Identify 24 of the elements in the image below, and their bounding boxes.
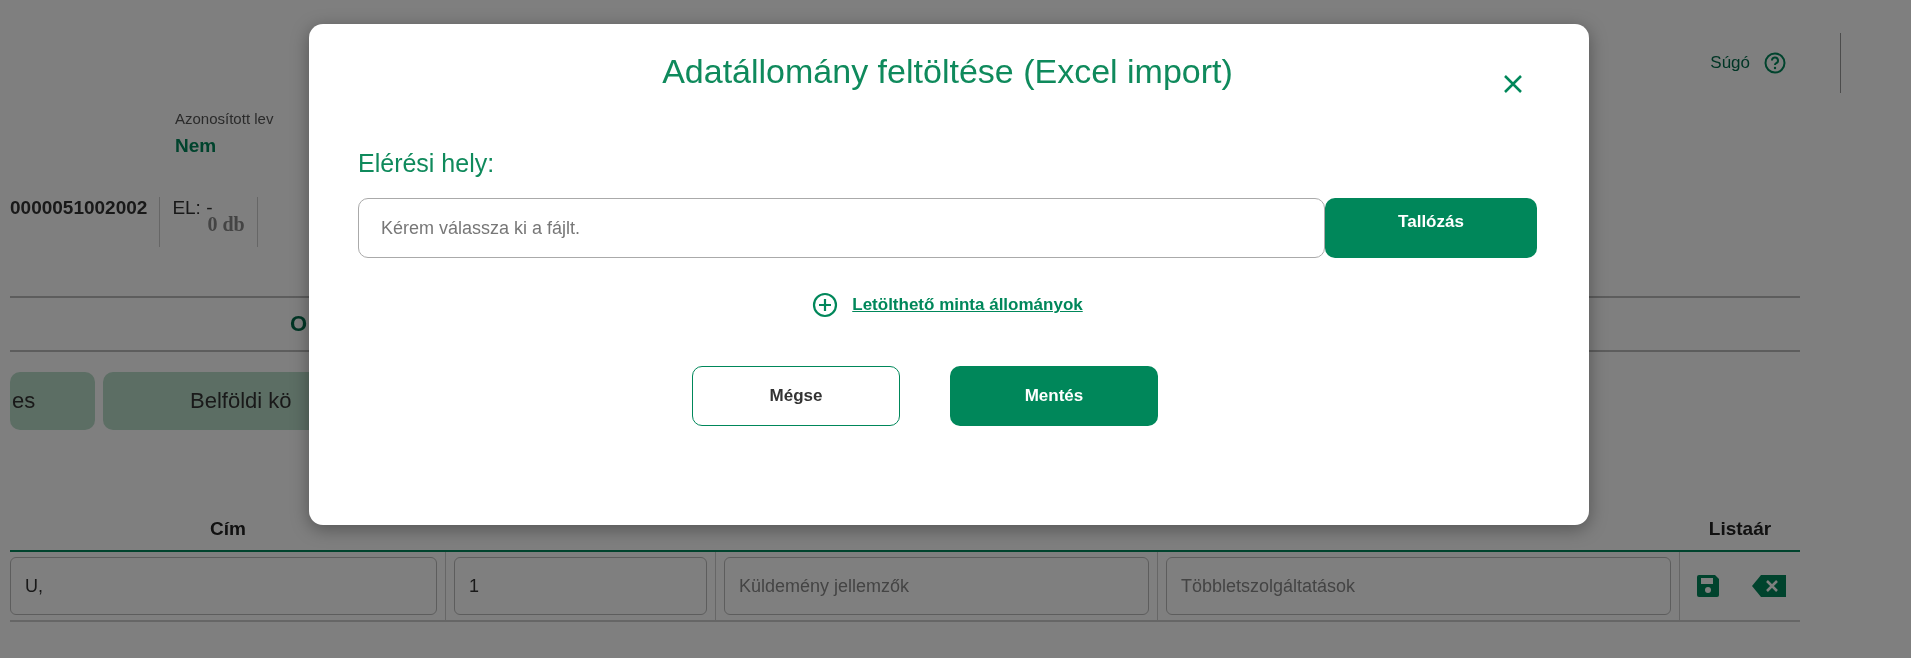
save-button[interactable]: Mentés <box>950 366 1158 426</box>
file-path-field[interactable]: Kérem válassza ki a fájlt. <box>358 198 1325 258</box>
cancel-button[interactable]: Mégse <box>692 366 900 426</box>
help-icon[interactable] <box>1764 51 1786 74</box>
save-icon[interactable] <box>1694 572 1722 600</box>
close-icon[interactable] <box>1503 74 1523 94</box>
table-input-field[interactable]: U, <box>10 557 437 615</box>
shipment-id: 0000051002002 <box>10 197 148 219</box>
table-input-field[interactable]: 1 <box>454 557 707 615</box>
column-header: Listaár <box>1707 518 1773 540</box>
browse-button[interactable]: Tallózás <box>1325 198 1537 258</box>
table-input-field[interactable]: Többletszolgáltatások <box>1166 557 1671 615</box>
sample-files-link[interactable]: Letölthető minta állományok <box>852 295 1083 315</box>
tab[interactable]: es <box>10 372 95 430</box>
field-label: Elérési hely: <box>358 149 496 178</box>
table-input-field[interactable]: Küldemény jellemzők <box>724 557 1149 615</box>
column-header: Cím <box>209 518 247 540</box>
help-link[interactable]: Súgó <box>1710 52 1750 73</box>
plus-circle-icon[interactable] <box>812 292 839 318</box>
field-label: Azonosított lev <box>175 110 274 127</box>
dialog-title: Adatállomány feltöltése (Excel import) <box>662 52 1233 91</box>
section-title: O <box>290 311 308 337</box>
delete-icon[interactable] <box>1752 573 1786 599</box>
field-value: Nem <box>175 135 218 157</box>
